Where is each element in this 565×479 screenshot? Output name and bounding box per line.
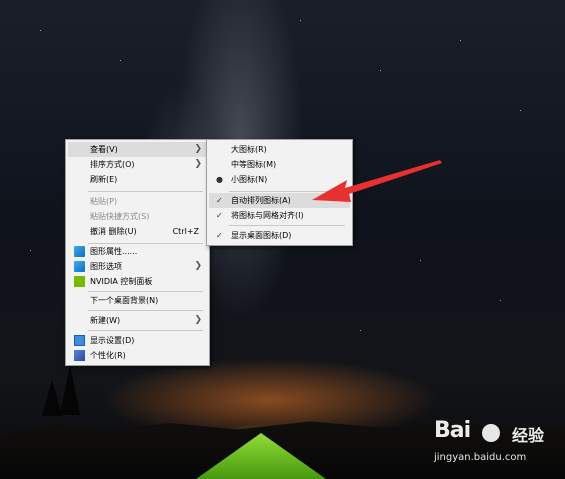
baidu-jingyan-watermark: Bai 经验 jingyan.baidu.com xyxy=(434,418,545,463)
annotation-arrow-icon xyxy=(312,160,442,202)
paw-logo-icon xyxy=(482,424,500,442)
